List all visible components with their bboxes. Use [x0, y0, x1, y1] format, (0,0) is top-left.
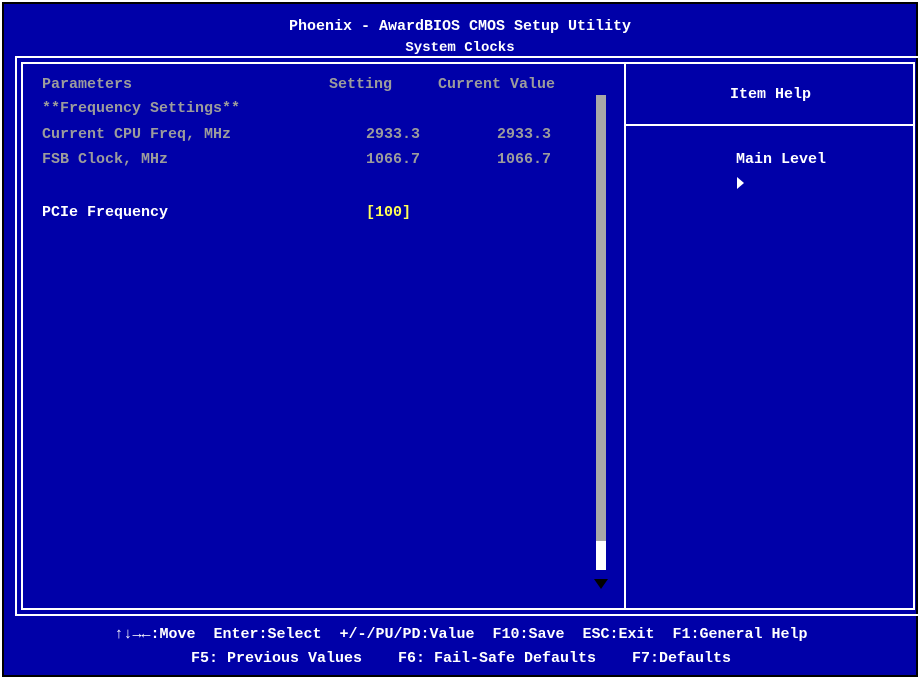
- item-help-title: Item Help: [729, 86, 811, 103]
- scrollbar-track[interactable]: [596, 95, 606, 570]
- page-title: System Clocks: [405, 40, 515, 56]
- help-divider: [626, 124, 915, 126]
- pcie-frequency-value[interactable]: [100]: [366, 204, 411, 221]
- scrollbar-thumb[interactable]: [596, 541, 606, 570]
- column-header-current-value: Current Value: [438, 76, 556, 93]
- panel-divider: [624, 62, 626, 610]
- inner-frame: [21, 62, 915, 610]
- fsb-clock-current: 1066.7: [497, 151, 552, 168]
- help-main-level: Main Level: [736, 151, 827, 168]
- footer-keys-line2: F5: Previous Values F6: Fail-Safe Defaul…: [190, 650, 732, 667]
- app-title: Phoenix - AwardBIOS CMOS Setup Utility: [288, 18, 632, 35]
- cpu-freq-setting: 2933.3: [366, 126, 421, 143]
- column-header-setting: Setting: [329, 76, 393, 93]
- column-header-parameters: Parameters: [42, 76, 133, 93]
- fsb-clock-setting: 1066.7: [366, 151, 421, 168]
- fsb-clock-label: FSB Clock, MHz: [42, 151, 169, 168]
- section-frequency-settings: **Frequency Settings**: [42, 100, 241, 117]
- triangle-right-icon: [737, 177, 744, 189]
- cpu-freq-current: 2933.3: [497, 126, 552, 143]
- cpu-freq-label: Current CPU Freq, MHz: [42, 126, 232, 143]
- pcie-frequency-label[interactable]: PCIe Frequency: [42, 204, 168, 221]
- footer-keys-line1: ↑↓→←:Move Enter:Select +/-/PU/PD:Value F…: [114, 626, 808, 643]
- triangle-down-icon[interactable]: [594, 579, 608, 589]
